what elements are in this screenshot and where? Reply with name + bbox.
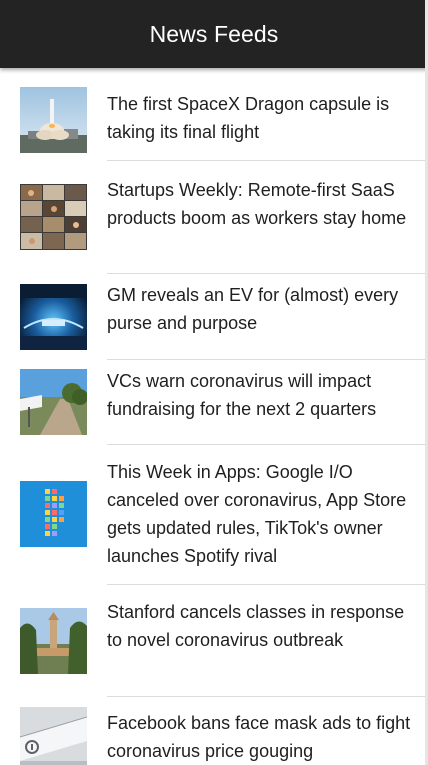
news-headline: VCs warn coronavirus will impact fundrai… [107,371,377,419]
rocket-launch-thumbnail [20,87,87,153]
news-feed-item[interactable]: GM reveals an EV for (almost) every purs… [0,274,428,360]
news-headline: The first SpaceX Dragon capsule is takin… [107,94,390,142]
news-headline: Stanford cancels classes in response to … [107,602,405,650]
news-headline: Facebook bans face mask ads to fight cor… [107,713,411,761]
news-feed-item[interactable]: VCs warn coronavirus will impact fundrai… [0,360,428,445]
news-feed-screen: News Feeds The first SpaceX Dragon capsu… [0,0,428,765]
news-feed-item[interactable]: This Week in Apps: Google I/O canceled o… [0,445,428,585]
facebook-sign-thumbnail [20,707,87,765]
news-feed-list[interactable]: The first SpaceX Dragon capsule is takin… [0,68,428,765]
ev-stage-reveal-thumbnail [20,284,87,350]
stanford-campus-tower-thumbnail [20,608,87,674]
colorful-app-blocks-thumbnail [20,481,87,547]
funding-road-sign-thumbnail [20,369,87,435]
app-bar: News Feeds [0,0,428,68]
news-feed-item[interactable]: Stanford cancels classes in response to … [0,585,428,697]
news-headline: GM reveals an EV for (almost) every purs… [107,285,399,333]
news-headline: Startups Weekly: Remote-first SaaS produ… [107,180,407,228]
video-call-grid-thumbnail [20,184,87,250]
news-feed-item[interactable]: The first SpaceX Dragon capsule is takin… [0,68,428,161]
news-headline: This Week in Apps: Google I/O canceled o… [107,462,407,566]
app-title: News Feeds [149,20,279,47]
news-feed-item[interactable]: Startups Weekly: Remote-first SaaS produ… [0,161,428,274]
news-feed-item[interactable]: Facebook bans face mask ads to fight cor… [0,697,428,765]
